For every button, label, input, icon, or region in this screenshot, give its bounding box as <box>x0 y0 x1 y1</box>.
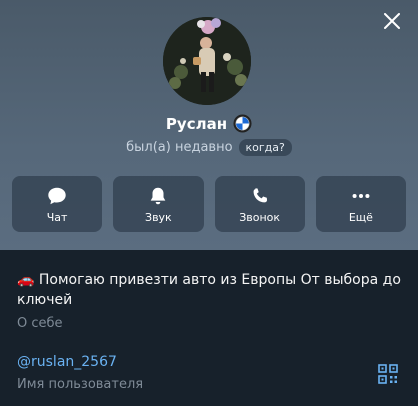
profile-name: Руслан <box>165 114 228 133</box>
name-row: Руслан <box>0 114 418 133</box>
action-bar: Чат Звук Звонок Ещё <box>12 176 406 232</box>
more-dots-icon <box>352 193 370 198</box>
profile-header: Руслан был(а) недавно когда? Чат Звук Зв… <box>0 0 418 250</box>
chat-button[interactable]: Чат <box>12 176 103 232</box>
sound-button[interactable]: Звук <box>113 176 204 232</box>
more-label: Ещё <box>348 210 373 224</box>
last-seen-status: был(а) недавно <box>126 140 233 155</box>
bio-label: О себе <box>17 316 63 331</box>
call-button[interactable]: Звонок <box>214 176 305 232</box>
sound-label: Звук <box>145 210 172 224</box>
close-button[interactable] <box>380 9 404 33</box>
profile-info: 🚗 Помогаю привезти авто из Европы От выб… <box>0 250 418 406</box>
username-label: Имя пользователя <box>17 377 144 392</box>
bell-icon <box>151 187 166 204</box>
status-row: был(а) недавно когда? <box>0 139 418 156</box>
chat-bubble-icon <box>48 187 66 204</box>
qr-code-button[interactable] <box>378 364 398 384</box>
more-button[interactable]: Ещё <box>315 176 406 232</box>
chat-label: Чат <box>46 210 68 224</box>
bio-text: 🚗 Помогаю привезти авто из Европы От выб… <box>17 272 401 308</box>
avatar-photo <box>163 17 251 105</box>
username-link[interactable]: @ruslan_2567 <box>17 354 117 370</box>
when-button[interactable]: когда? <box>238 139 292 156</box>
close-icon <box>384 13 400 29</box>
qr-code-icon <box>378 364 398 384</box>
phone-icon <box>253 187 267 202</box>
call-label: Звонок <box>239 210 281 224</box>
bmw-logo-icon <box>233 114 252 133</box>
avatar[interactable] <box>163 17 251 105</box>
